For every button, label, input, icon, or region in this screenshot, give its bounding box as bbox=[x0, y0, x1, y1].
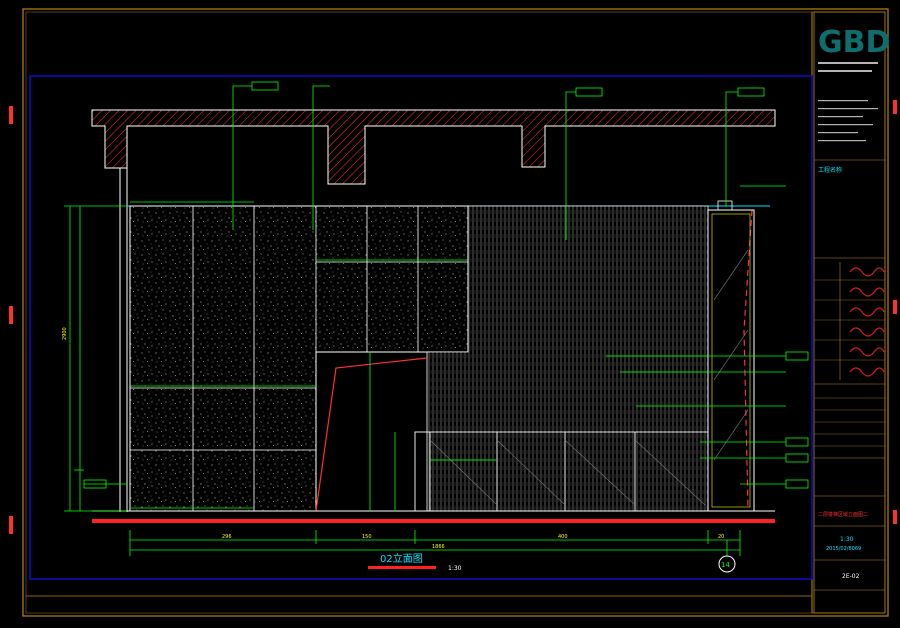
dim-seg-2: 150 bbox=[362, 534, 372, 540]
date-value: 2015/02/8069 bbox=[826, 546, 861, 552]
dim-seg-3: 400 bbox=[558, 534, 568, 540]
view-title-block: 02立面图 1:30 bbox=[368, 552, 462, 572]
dim-seg-4: 20 bbox=[718, 534, 724, 540]
sheet-number: 2E-02 bbox=[842, 573, 860, 580]
ceiling-slab bbox=[91, 109, 776, 185]
axis-marker: 14 bbox=[718, 540, 736, 573]
floor-line bbox=[92, 510, 775, 523]
left-dimension-chain bbox=[64, 205, 127, 512]
title-block: GBD 工程名称 二层楼梯区域立面图二 1:30 2015/02/8069 2E… bbox=[813, 11, 890, 614]
project-name-label: 工程名称 bbox=[818, 166, 842, 174]
cad-drawing-sheet: 2900 296 150 400 20 1866 02立面图 1:30 14 G… bbox=[9, 8, 897, 617]
company-logo: GBD bbox=[818, 25, 890, 60]
stripe-panel-wall bbox=[426, 205, 709, 512]
drawing-name: 二层楼梯区域立面图二 bbox=[818, 511, 868, 518]
left-wall bbox=[119, 168, 131, 512]
dim-total: 1866 bbox=[432, 544, 445, 550]
dim-seg-1: 296 bbox=[222, 534, 232, 540]
scale-value: 1:30 bbox=[840, 536, 854, 543]
view-scale: 1:30 bbox=[448, 565, 462, 572]
left-dimension-text: 2900 bbox=[62, 327, 68, 340]
axis-marker-label: 14 bbox=[721, 561, 730, 569]
view-title: 02立面图 bbox=[380, 552, 423, 565]
